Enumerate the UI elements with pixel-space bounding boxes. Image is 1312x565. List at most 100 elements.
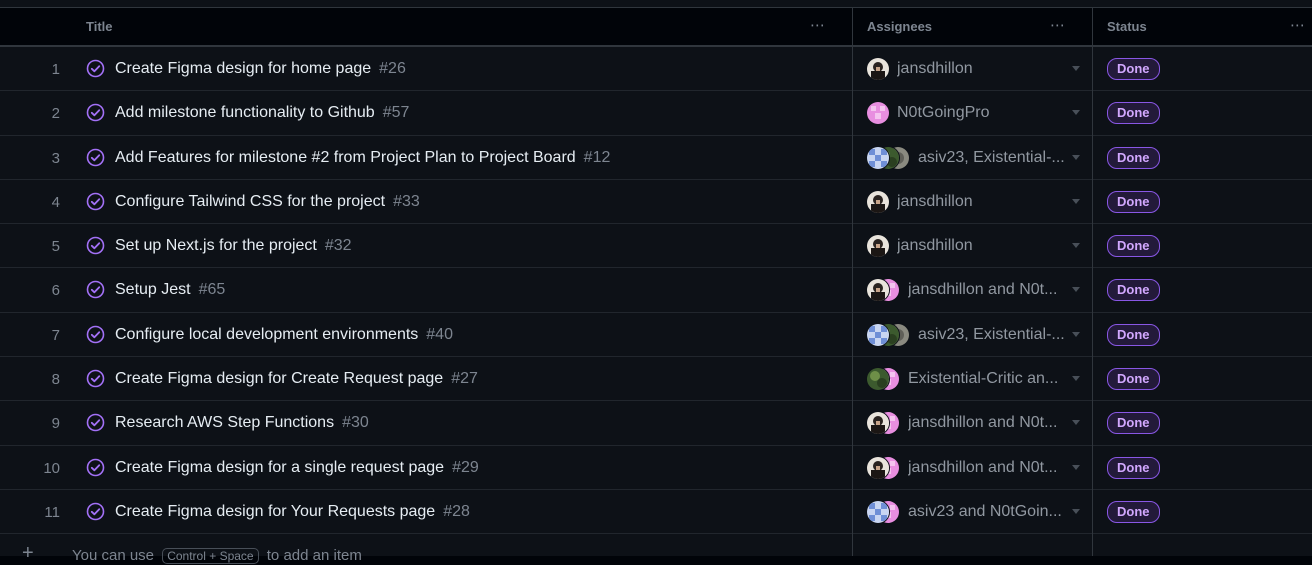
status-badge[interactable]: Done [1107,279,1160,302]
table-row[interactable]: 11 Create Figma design for Your Requests … [0,489,1312,535]
triangle-down-icon[interactable] [1072,198,1080,204]
triangle-down-icon[interactable] [1072,110,1080,116]
row-number-label: 5 [51,238,60,256]
assignee-names: jansdhillon and N0t... [908,281,1058,299]
column-assignees-label: Assignees [867,19,933,34]
issue-title-link[interactable]: Add milestone functionality to Github #57 [115,104,409,122]
triangle-down-icon[interactable] [1072,243,1080,249]
issue-title-link[interactable]: Set up Next.js for the project #32 [115,237,352,255]
status-badge[interactable]: Done [1107,190,1160,213]
plus-icon[interactable]: + [22,542,34,565]
column-divider[interactable] [852,8,853,556]
issue-number: #29 [452,458,479,476]
issue-title-link[interactable]: Setup Jest #65 [115,281,225,299]
assignees-cell[interactable]: jansdhillon and N0t... [866,455,1086,480]
status-badge[interactable]: Done [1107,368,1160,391]
row-number[interactable]: 6 [0,282,60,299]
issue-title-link[interactable]: Create Figma design for a single request… [115,459,479,477]
assignee-names: asiv23 and N0tGoin... [908,502,1062,520]
column-divider[interactable] [1092,8,1093,556]
row-number[interactable]: 7 [0,327,60,344]
assignees-cell[interactable]: jansdhillon and N0t... [866,411,1086,436]
circle-check-icon [86,325,105,344]
status-badge[interactable]: Done [1107,500,1160,523]
triangle-down-icon[interactable] [1072,287,1080,293]
table-row[interactable]: 9 Research AWS Step Functions #30 jansdhill… [0,401,1312,446]
table-row[interactable]: 2 Add milestone functionality to Github #5… [0,91,1312,136]
row-number[interactable]: 10 [0,460,60,477]
table-row[interactable]: 8 Create Figma design for Create Request … [0,357,1312,402]
issue-title-text: Configure Tailwind CSS for the project [115,192,386,210]
column-menu-icon[interactable]: ⋯ [1050,16,1066,34]
status-badge[interactable]: Done [1107,146,1160,169]
triangle-down-icon[interactable] [1072,331,1080,337]
status-badge[interactable]: Done [1107,102,1160,125]
row-number-label: 6 [51,282,60,300]
assignees-cell[interactable]: N0tGoingPro [866,101,1086,126]
status-badge[interactable]: Done [1107,412,1160,435]
triangle-down-icon[interactable] [1072,376,1080,382]
row-number[interactable]: 9 [0,415,60,432]
issue-title-link[interactable]: Configure local development environments… [115,326,453,344]
assignees-cell[interactable]: jansdhillon and N0t... [866,278,1086,303]
column-header-title[interactable]: Title ⋯ [0,8,852,45]
status-badge[interactable]: Done [1107,456,1160,479]
row-number-label: 10 [43,459,60,477]
row-number[interactable]: 3 [0,150,60,167]
issue-number: #65 [198,281,226,299]
table-row[interactable]: 5 Set up Next.js for the project #32 jansdh… [0,224,1312,269]
table-row[interactable]: 7 Configure local development environment… [0,312,1312,358]
assignees-cell[interactable]: jansdhillon [866,234,1086,259]
status-badge[interactable]: Done [1107,58,1160,80]
keyboard-shortcut: Control + Space [162,548,259,564]
column-header-status[interactable]: Status ⋯ [1093,8,1312,45]
issue-number: #26 [379,60,406,77]
issue-title-link[interactable]: Configure Tailwind CSS for the project #3… [115,193,420,211]
issue-title-link[interactable]: Create Figma design for Create Request p… [115,370,478,388]
assignees-cell[interactable]: asiv23 and N0tGoin... [866,499,1086,524]
issue-title-link[interactable]: Research AWS Step Functions #30 [115,414,369,432]
row-number-label: 1 [51,61,60,78]
column-menu-icon[interactable]: ⋯ [1290,16,1306,34]
assignee-names: N0tGoingPro [897,104,990,122]
circle-check-icon [86,502,105,521]
issue-title-link[interactable]: Create Figma design for home page #26 [115,60,406,78]
status-badge[interactable]: Done [1107,323,1160,346]
row-number[interactable]: 1 [0,61,60,78]
circle-check-icon [86,369,105,388]
table-row[interactable]: 10 Create Figma design for a single reque… [0,445,1312,490]
column-header-assignees[interactable]: Assignees ⋯ [853,8,1092,45]
table-row[interactable]: 4 Configure Tailwind CSS for the project #… [0,179,1312,225]
issue-number: #12 [583,148,611,166]
assignees-cell[interactable]: asiv23, Existential-... [866,322,1086,347]
row-number-label: 8 [51,371,60,389]
column-menu-icon[interactable]: ⋯ [810,16,826,34]
issue-number: #57 [382,104,410,122]
table-row[interactable]: 3 Add Features for milestone #2 from Proj… [0,135,1312,180]
table-row[interactable]: 6 Setup Jest #65 jansdhillon and N0t... Done [0,268,1312,313]
row-number-label: 2 [51,105,60,123]
row-number[interactable]: 11 [0,504,60,521]
row-number[interactable]: 4 [0,194,60,211]
assignees-cell[interactable]: jansdhillon [866,57,1086,81]
issue-title-link[interactable]: Create Figma design for Your Requests pa… [115,503,470,521]
status-badge[interactable]: Done [1107,235,1160,258]
triangle-down-icon[interactable] [1072,420,1080,426]
row-number[interactable]: 5 [0,238,60,255]
assignee-names: asiv23, Existential-... [918,325,1065,343]
issue-title-link[interactable]: Add Features for milestone #2 from Proje… [115,149,610,167]
assignees-cell[interactable]: asiv23, Existential-... [866,145,1086,170]
triangle-down-icon[interactable] [1072,154,1080,160]
circle-check-icon [86,236,105,255]
triangle-down-icon[interactable] [1072,66,1080,71]
triangle-down-icon[interactable] [1072,508,1080,514]
circle-check-icon [86,280,105,299]
assignees-cell[interactable]: jansdhillon [866,189,1086,214]
circle-check-icon [86,413,105,432]
triangle-down-icon[interactable] [1072,464,1080,470]
assignees-cell[interactable]: Existential-Critic an... [866,367,1086,392]
row-number[interactable]: 2 [0,105,60,122]
add-item-row[interactable]: + You can use Control + Space to add an … [0,536,1312,564]
row-number[interactable]: 8 [0,371,60,388]
table-row[interactable]: 1 Create Figma design for home page #26 jan… [0,47,1312,92]
